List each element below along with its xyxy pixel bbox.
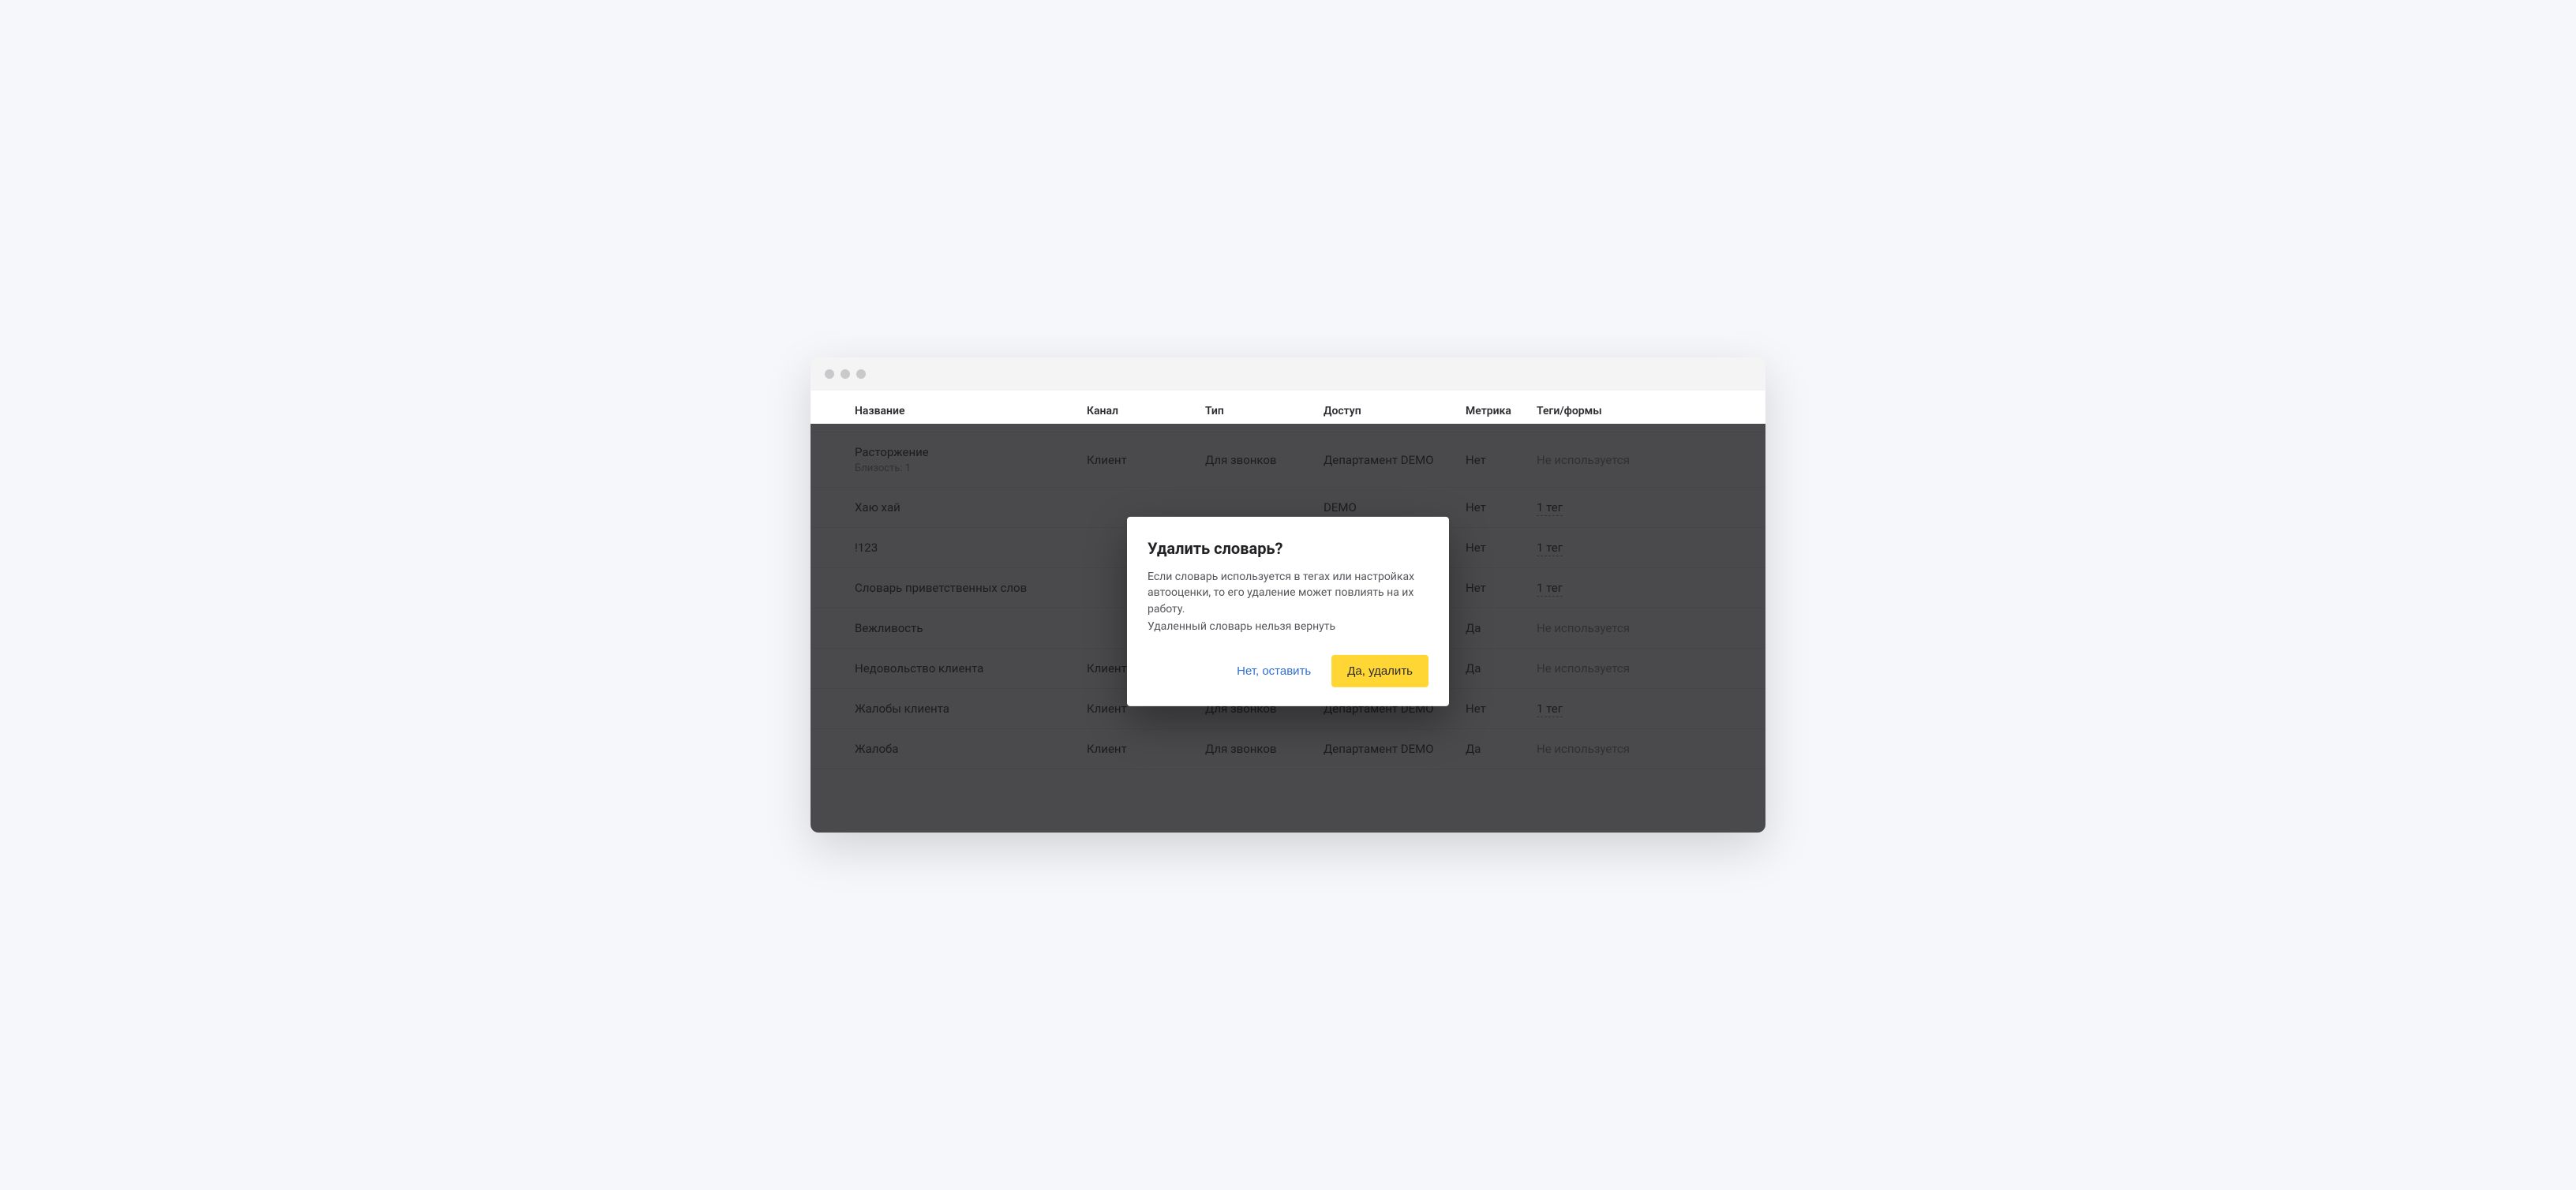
browser-frame: Название Канал Тип Доступ Метрика Теги/ф… — [811, 357, 1765, 833]
modal-title: Удалить словарь? — [1148, 539, 1428, 558]
cancel-button[interactable]: Нет, оставить — [1232, 657, 1316, 686]
window-dot-icon — [841, 369, 850, 379]
window-dot-icon — [856, 369, 866, 379]
confirm-delete-button[interactable]: Да, удалить — [1331, 655, 1428, 687]
window-titlebar — [811, 357, 1765, 391]
delete-confirm-modal: Удалить словарь? Если словарь использует… — [1127, 517, 1449, 706]
modal-body-text: Удаленный словарь нельзя вернуть — [1148, 619, 1428, 634]
window-dot-icon — [825, 369, 834, 379]
modal-body-text: Если словарь используется в тегах или на… — [1148, 569, 1428, 617]
